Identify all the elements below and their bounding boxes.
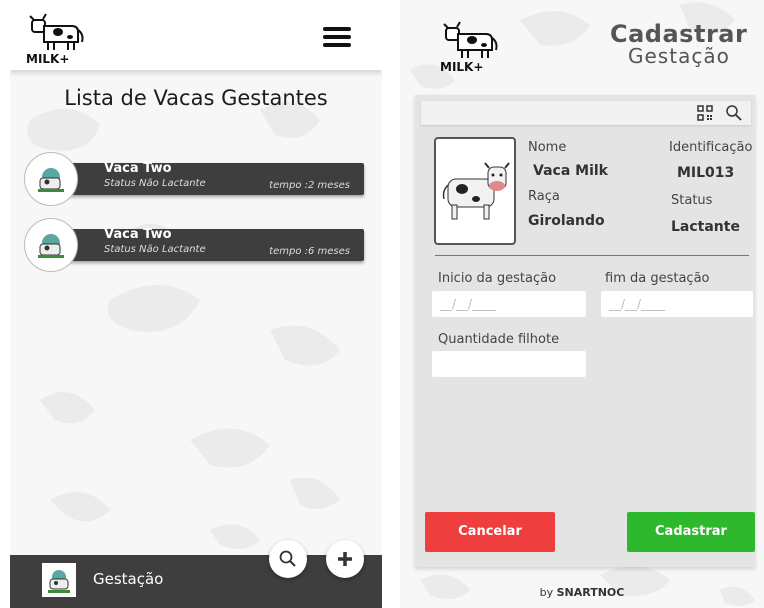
cow-name: Vaca Two (104, 161, 172, 176)
register-gestation-screen: MILK+ Cadastrar Gestação Nome Vaca Milk … (400, 0, 764, 608)
nome-value: Vaca Milk (533, 163, 608, 179)
menu-icon[interactable] (323, 27, 351, 47)
bottom-nav-label: Gestação (93, 570, 164, 588)
page-title: Lista de Vacas Gestantes (64, 86, 328, 110)
search-fab-button[interactable] (269, 540, 307, 578)
submit-button[interactable]: Cadastrar (627, 512, 755, 552)
register-form-card: Nome Vaca Milk Raça Girolando Identifica… (415, 95, 755, 567)
raca-label: Raça (528, 189, 560, 204)
identificacao-label: Identificação (669, 140, 753, 155)
cow-name: Vaca Two (104, 227, 172, 242)
fim-gestacao-label: fim da gestação (605, 271, 710, 286)
status-value: Lactante (671, 219, 740, 235)
status-label: Status (671, 193, 713, 208)
cow-avatar-icon (24, 152, 78, 206)
svg-text:MILK+: MILK+ (26, 52, 69, 65)
divider (435, 255, 749, 256)
quantidade-filhote-input[interactable] (432, 351, 586, 377)
page-title-line2: Gestação (628, 44, 730, 68)
cow-avatar-icon (24, 218, 78, 272)
gestation-nav-icon (42, 563, 76, 597)
milk-plus-logo: MILK+ (438, 18, 510, 77)
plus-icon (338, 552, 352, 566)
cow-status: Status Não Lactante (104, 244, 206, 255)
fim-gestacao-input[interactable]: __/__/____ (601, 291, 753, 317)
cow-list-item[interactable]: Vaca Two Status Não Lactante tempo :2 me… (24, 152, 364, 208)
cow-search-bar[interactable] (421, 101, 751, 125)
gestation-time: tempo :6 meses (269, 246, 350, 257)
inicio-gestacao-input[interactable]: __/__/____ (432, 291, 586, 317)
gestation-list-screen: MILK+ Lista de Vacas Gestantes Vaca Two … (10, 0, 382, 608)
byline-prefix: by (539, 586, 557, 599)
add-fab-button[interactable] (326, 540, 364, 578)
cancel-button[interactable]: Cancelar (425, 512, 555, 552)
qr-code-icon[interactable] (697, 105, 713, 121)
svg-text:MILK+: MILK+ (440, 60, 483, 73)
quantidade-filhote-label: Quantidade filhote (438, 332, 560, 347)
raca-value: Girolando (528, 213, 605, 229)
milk-plus-logo: MILK+ (24, 10, 96, 69)
cow-illustration (442, 162, 510, 220)
inicio-gestacao-label: Inicio da gestação (438, 271, 557, 286)
cow-photo (434, 137, 516, 245)
search-icon (279, 550, 296, 567)
byline-brand: SNARTNOC (556, 586, 625, 599)
nome-label: Nome (528, 140, 567, 155)
cow-list-item[interactable]: Vaca Two Status Não Lactante tempo :6 me… (24, 218, 364, 274)
cow-status: Status Não Lactante (104, 178, 206, 189)
gestation-time: tempo :2 meses (269, 180, 350, 191)
identificacao-value: MIL013 (677, 165, 735, 181)
byline: by SNARTNOC (400, 586, 764, 599)
search-icon[interactable] (725, 104, 743, 122)
